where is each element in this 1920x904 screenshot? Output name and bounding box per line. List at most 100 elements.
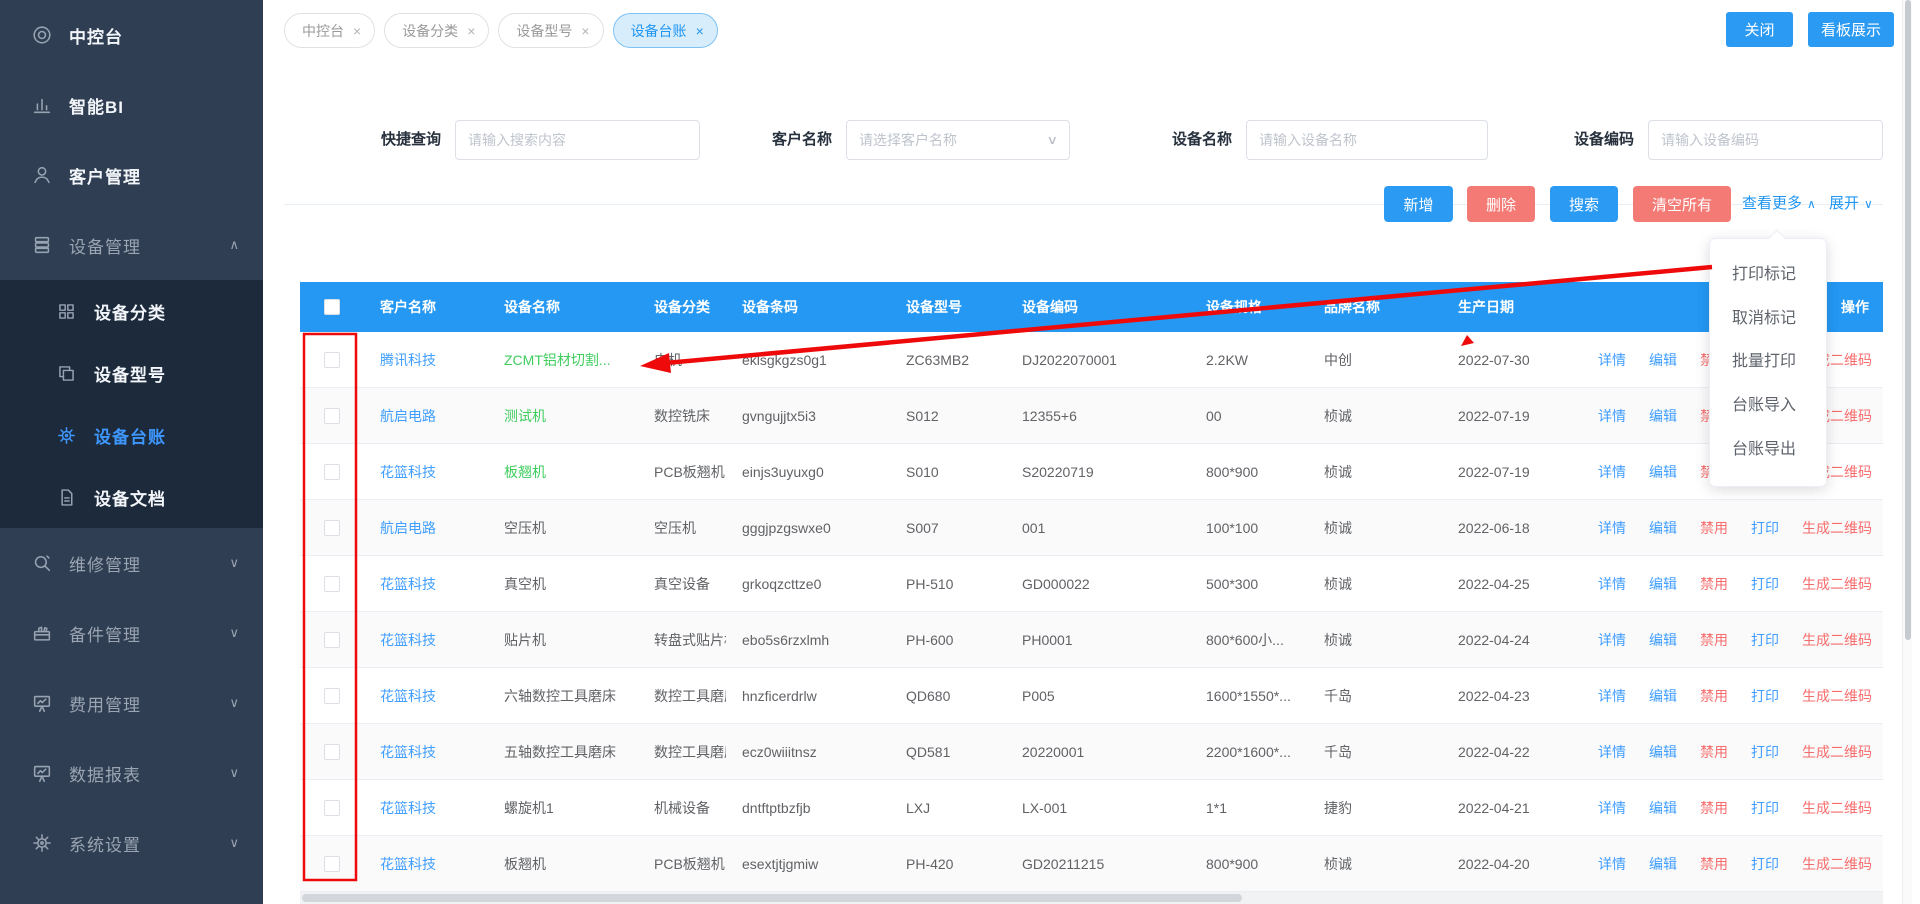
action-3[interactable]: 打印: [1751, 630, 1779, 650]
sidebar-item-1[interactable]: 智能BI: [0, 70, 263, 140]
cell-1[interactable]: 测试机: [488, 388, 638, 443]
action-1[interactable]: 编辑: [1649, 630, 1677, 650]
table-row-5[interactable]: 花篮科技贴片机转盘式贴片机ebo5s6rzxlmhPH-600PH0001800…: [300, 612, 1883, 668]
cell-0[interactable]: 花篮科技: [364, 668, 488, 723]
customer-name-select[interactable]: 请选择客户名称 ∨: [846, 120, 1070, 160]
action-3[interactable]: 打印: [1751, 742, 1779, 762]
table-row-7[interactable]: 花篮科技五轴数控工具磨床数控工具磨床ecz0wiiitnszQD58120220…: [300, 724, 1883, 780]
vertical-scrollbar-thumb[interactable]: [1905, 0, 1911, 640]
action-2[interactable]: 禁用: [1700, 574, 1728, 594]
device-code-input[interactable]: [1648, 120, 1883, 160]
close-icon[interactable]: ×: [581, 23, 589, 39]
board-display-button[interactable]: 看板展示: [1808, 12, 1894, 47]
close-icon[interactable]: ×: [696, 23, 704, 39]
cell-0[interactable]: 腾讯科技: [364, 332, 488, 387]
tab-1[interactable]: 设备分类 ×: [384, 13, 489, 48]
action-2[interactable]: 禁用: [1700, 798, 1728, 818]
table-row-4[interactable]: 花篮科技真空机真空设备grkoqzcttze0PH-510GD000022500…: [300, 556, 1883, 612]
sidebar-item-3[interactable]: 设备管理∧: [0, 210, 263, 280]
close-button[interactable]: 关闭: [1726, 12, 1793, 47]
horizontal-scrollbar-thumb[interactable]: [302, 894, 1242, 902]
dropdown-item-1[interactable]: 取消标记: [1710, 311, 1826, 327]
action-3[interactable]: 打印: [1751, 798, 1779, 818]
action-1[interactable]: 编辑: [1649, 406, 1677, 426]
cell-0[interactable]: 花篮科技: [364, 556, 488, 611]
row-checkbox[interactable]: [324, 464, 340, 480]
action-4[interactable]: 生成二维码: [1802, 742, 1872, 762]
device-name-input[interactable]: [1246, 120, 1488, 160]
dropdown-item-3[interactable]: 台账导入: [1710, 398, 1826, 414]
close-icon[interactable]: ×: [353, 23, 361, 39]
horizontal-scrollbar[interactable]: [300, 892, 1883, 904]
close-icon[interactable]: ×: [467, 23, 475, 39]
cell-1[interactable]: 空压机: [488, 500, 638, 555]
row-checkbox[interactable]: [324, 576, 340, 592]
action-0[interactable]: 详情: [1598, 630, 1626, 650]
table-row-9[interactable]: 花篮科技板翘机PCB板翘机esextjtjgmiwPH-420GD2021121…: [300, 836, 1883, 892]
cell-0[interactable]: 花篮科技: [364, 836, 488, 891]
clear-all-button[interactable]: 清空所有: [1633, 186, 1731, 222]
table-row-8[interactable]: 花篮科技螺旋机1机械设备dntftptbzfjbLXJLX-0011*1捷豹20…: [300, 780, 1883, 836]
sidebar-subitem-2[interactable]: 设备台账: [0, 404, 263, 466]
action-0[interactable]: 详情: [1598, 462, 1626, 482]
sidebar-item-6[interactable]: 费用管理∨: [0, 668, 263, 738]
row-checkbox[interactable]: [324, 520, 340, 536]
action-1[interactable]: 编辑: [1649, 574, 1677, 594]
table-row-0[interactable]: 腾讯科技ZCMT铝材切割...电机eklsgkgzs0g1ZC63MB2DJ20…: [300, 332, 1883, 388]
tab-2[interactable]: 设备型号 ×: [498, 13, 603, 48]
cell-0[interactable]: 花篮科技: [364, 724, 488, 779]
cell-1[interactable]: 螺旋机1: [488, 780, 638, 835]
cell-0[interactable]: 花篮科技: [364, 612, 488, 667]
action-0[interactable]: 详情: [1598, 798, 1626, 818]
action-4[interactable]: 生成二维码: [1802, 798, 1872, 818]
action-3[interactable]: 打印: [1751, 686, 1779, 706]
action-0[interactable]: 详情: [1598, 854, 1626, 874]
cell-1[interactable]: ZCMT铝材切割...: [488, 332, 638, 387]
action-2[interactable]: 禁用: [1700, 854, 1728, 874]
quick-search-input[interactable]: [455, 120, 700, 160]
select-all-checkbox[interactable]: [324, 299, 340, 315]
table-row-1[interactable]: 航启电路测试机数控铣床gvngujjtx5i3S01212355+600桢诚20…: [300, 388, 1883, 444]
action-0[interactable]: 详情: [1598, 350, 1626, 370]
action-0[interactable]: 详情: [1598, 574, 1626, 594]
action-4[interactable]: 生成二维码: [1802, 686, 1872, 706]
action-0[interactable]: 详情: [1598, 518, 1626, 538]
sidebar-subitem-3[interactable]: 设备文档: [0, 466, 263, 528]
delete-button[interactable]: 删除: [1467, 186, 1535, 222]
add-button[interactable]: 新增: [1384, 186, 1453, 222]
cell-0[interactable]: 航启电路: [364, 388, 488, 443]
action-0[interactable]: 详情: [1598, 686, 1626, 706]
sidebar-item-0[interactable]: 中控台: [0, 0, 263, 70]
action-2[interactable]: 禁用: [1700, 686, 1728, 706]
dropdown-item-4[interactable]: 台账导出: [1710, 442, 1826, 458]
sidebar-item-7[interactable]: 数据报表∨: [0, 738, 263, 808]
tab-0[interactable]: 中控台 ×: [284, 13, 375, 48]
cell-1[interactable]: 板翘机: [488, 836, 638, 891]
table-row-2[interactable]: 花篮科技板翘机PCB板翘机einjs3uyuxg0S010S2022071980…: [300, 444, 1883, 500]
action-2[interactable]: 禁用: [1700, 742, 1728, 762]
sidebar-item-8[interactable]: 系统设置∨: [0, 808, 263, 878]
action-1[interactable]: 编辑: [1649, 686, 1677, 706]
cell-1[interactable]: 贴片机: [488, 612, 638, 667]
sidebar-subitem-0[interactable]: 设备分类: [0, 280, 263, 342]
action-1[interactable]: 编辑: [1649, 350, 1677, 370]
vertical-scrollbar[interactable]: [1902, 0, 1912, 904]
table-row-3[interactable]: 航启电路空压机空压机gggjpzgswxe0S007001100*100桢诚20…: [300, 500, 1883, 556]
action-2[interactable]: 禁用: [1700, 518, 1728, 538]
action-0[interactable]: 详情: [1598, 406, 1626, 426]
dropdown-item-0[interactable]: 打印标记: [1710, 267, 1826, 283]
sidebar-item-5[interactable]: 备件管理∨: [0, 598, 263, 668]
action-0[interactable]: 详情: [1598, 742, 1626, 762]
action-1[interactable]: 编辑: [1649, 518, 1677, 538]
action-4[interactable]: 生成二维码: [1802, 854, 1872, 874]
sidebar-item-4[interactable]: 维修管理∨: [0, 528, 263, 598]
row-checkbox[interactable]: [324, 856, 340, 872]
sidebar-item-2[interactable]: 客户管理: [0, 140, 263, 210]
cell-0[interactable]: 花篮科技: [364, 780, 488, 835]
row-checkbox[interactable]: [324, 632, 340, 648]
cell-1[interactable]: 五轴数控工具磨床: [488, 724, 638, 779]
action-3[interactable]: 打印: [1751, 518, 1779, 538]
action-1[interactable]: 编辑: [1649, 462, 1677, 482]
search-button[interactable]: 搜索: [1550, 186, 1618, 222]
cell-0[interactable]: 花篮科技: [364, 444, 488, 499]
